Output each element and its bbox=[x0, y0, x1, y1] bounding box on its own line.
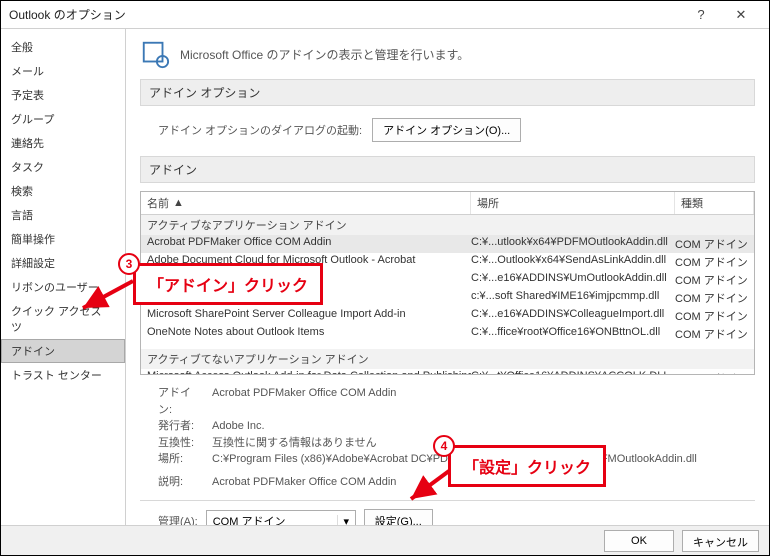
col-kind[interactable]: 種類 bbox=[675, 192, 754, 214]
manage-combo-value: COM アドイン bbox=[207, 513, 337, 525]
annotation-callout-4: 「設定」クリック bbox=[448, 445, 606, 487]
outlook-options-window: Outlook のオプション ? ✕ 全般 メール 予定表 グループ 連絡先 タ… bbox=[0, 0, 770, 556]
sidebar-item-mail[interactable]: メール bbox=[1, 59, 125, 83]
detail-desc: Acrobat PDFMaker Office COM Addin bbox=[212, 474, 396, 491]
sidebar-item-trust[interactable]: トラスト センター bbox=[1, 363, 125, 387]
dialog-footer: OK キャンセル bbox=[1, 525, 769, 555]
detail-label-location: 場所: bbox=[158, 451, 204, 468]
sidebar-item-addins[interactable]: アドイン bbox=[1, 339, 125, 363]
sidebar-item-ease[interactable]: 簡単操作 bbox=[1, 227, 125, 251]
detail-label-publisher: 発行者: bbox=[158, 418, 204, 435]
group-inactive: アクティブてないアプリケーション アドイン bbox=[141, 349, 754, 369]
manage-go-button[interactable]: 設定(G)... bbox=[364, 509, 433, 525]
detail-addin: Acrobat PDFMaker Office COM Addin bbox=[212, 385, 396, 418]
titlebar: Outlook のオプション ? ✕ bbox=[1, 1, 769, 29]
sidebar-item-search[interactable]: 検索 bbox=[1, 179, 125, 203]
group-active: アクティブなアプリケーション アドイン bbox=[141, 215, 754, 235]
sidebar-item-language[interactable]: 言語 bbox=[1, 203, 125, 227]
detail-label-compat: 互換性: bbox=[158, 435, 204, 452]
ok-button[interactable]: OK bbox=[604, 530, 674, 552]
cancel-button[interactable]: キャンセル bbox=[682, 530, 759, 552]
table-row[interactable]: Microsoft Access Outlook Add-in for Data… bbox=[141, 369, 754, 375]
table-row[interactable]: Acrobat PDFMaker Office COM AddinC:¥...u… bbox=[141, 235, 754, 253]
detail-label-addin: アドイン: bbox=[158, 385, 204, 418]
annotation-badge-3: 3 bbox=[118, 253, 140, 275]
sidebar-item-calendar[interactable]: 予定表 bbox=[1, 83, 125, 107]
help-button[interactable]: ? bbox=[681, 1, 721, 29]
manage-combo[interactable]: COM アドイン ▾ bbox=[206, 510, 356, 525]
detail-label-desc: 説明: bbox=[158, 474, 204, 491]
detail-compat: 互換性に関する情報はありません bbox=[212, 435, 377, 452]
col-location[interactable]: 場所 bbox=[471, 192, 675, 214]
sidebar-item-tasks[interactable]: タスク bbox=[1, 155, 125, 179]
table-row[interactable]: Microsoft SharePoint Server Colleague Im… bbox=[141, 307, 754, 325]
sidebar-item-groups[interactable]: グループ bbox=[1, 107, 125, 131]
addin-options-launch-label: アドイン オプションのダイアログの起動: bbox=[158, 122, 362, 138]
addin-options-button[interactable]: アドイン オプション(O)... bbox=[372, 118, 521, 142]
table-row[interactable]: OneNote Notes about Outlook ItemsC:¥...f… bbox=[141, 325, 754, 343]
chevron-down-icon: ▾ bbox=[337, 515, 355, 526]
sidebar-item-general[interactable]: 全般 bbox=[1, 35, 125, 59]
annotation-badge-4: 4 bbox=[433, 435, 455, 457]
sort-asc-icon: ▲ bbox=[173, 197, 184, 209]
sidebar-item-contacts[interactable]: 連絡先 bbox=[1, 131, 125, 155]
addins-icon bbox=[140, 39, 170, 69]
annotation-arrow-3 bbox=[71, 273, 141, 323]
manage-label: 管理(A): bbox=[158, 513, 198, 525]
window-title: Outlook のオプション bbox=[9, 6, 681, 23]
table-header: 名前 ▲ 場所 種類 bbox=[141, 192, 754, 215]
pane-header-text: Microsoft Office のアドインの表示と管理を行います。 bbox=[180, 46, 469, 63]
sidebar-item-advanced[interactable]: 詳細設定 bbox=[1, 251, 125, 275]
annotation-callout-3: 「アドイン」クリック bbox=[133, 263, 323, 305]
section-addin-options: アドイン オプション bbox=[140, 79, 755, 106]
col-name[interactable]: 名前 ▲ bbox=[141, 192, 471, 214]
pane-header: Microsoft Office のアドインの表示と管理を行います。 bbox=[140, 39, 755, 69]
section-addins: アドイン bbox=[140, 156, 755, 183]
close-button[interactable]: ✕ bbox=[721, 1, 761, 29]
detail-publisher: Adobe Inc. bbox=[212, 418, 265, 435]
